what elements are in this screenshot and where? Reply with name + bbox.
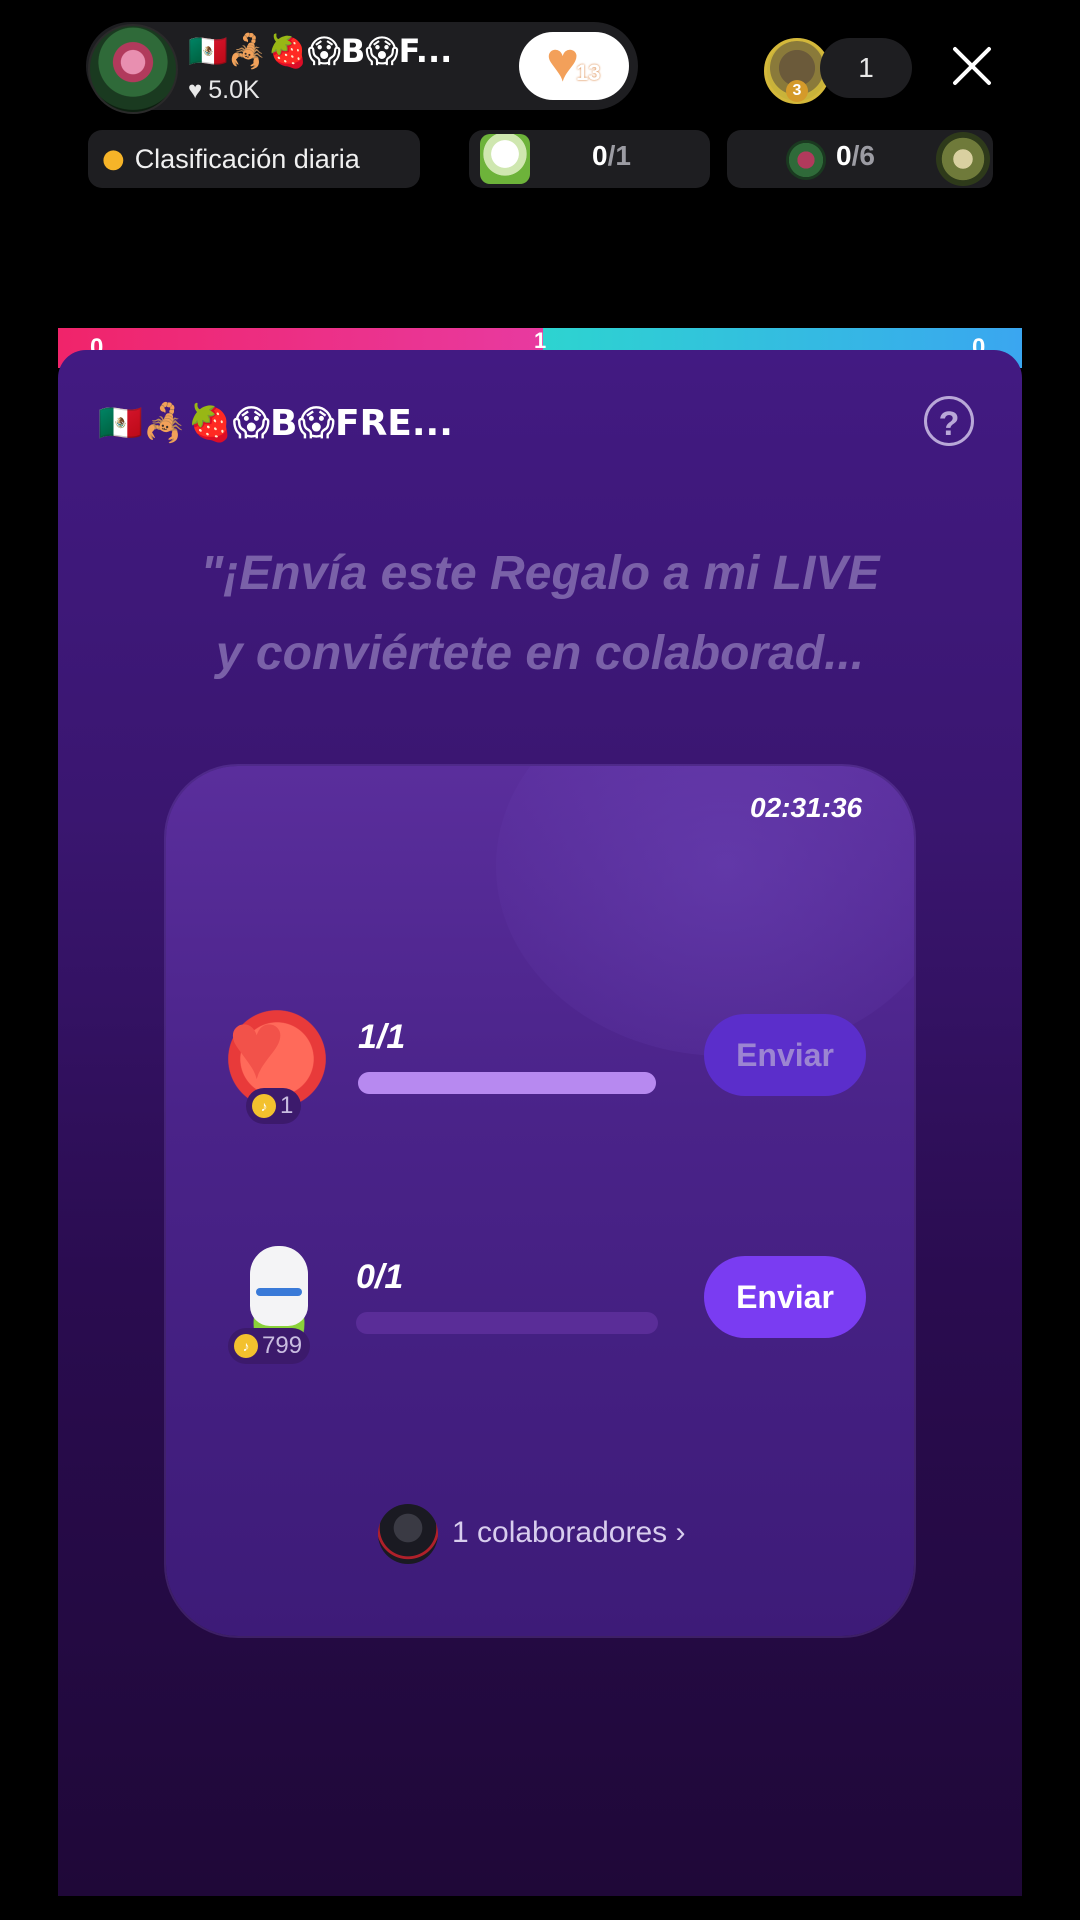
follow-button[interactable]: ♥ 13 [519, 32, 629, 100]
promo-line-1: "¡Envía este Regalo a mi LIVE [200, 547, 880, 600]
coin-icon: ♪ [234, 1334, 258, 1358]
gift-count: 1/1 [358, 1018, 406, 1056]
send-gift-button[interactable]: Enviar [704, 1256, 866, 1338]
goal-card [166, 766, 914, 1636]
panel-host-name: 🇲🇽🦂🍓😱B😱FRE... [98, 403, 453, 444]
collaborators-link[interactable]: 1 colaboradores › [452, 1516, 685, 1550]
match-host-avatar [786, 140, 826, 180]
likes-count: 5.0K [208, 76, 260, 104]
fire-icon: ● [102, 144, 125, 174]
host-likes: ♥ 5.0K [188, 76, 260, 105]
daily-ranking-label: Clasificación diaria [134, 143, 360, 174]
send-gift-button[interactable]: Enviar [704, 1014, 866, 1096]
collaborator-avatar[interactable] [378, 1504, 438, 1564]
gift-goal-progress: 0/1 [592, 140, 631, 171]
match-opponent-avatar[interactable] [936, 132, 990, 186]
gift-progress-fill [358, 1072, 656, 1094]
heart-icon: ♥ [188, 76, 203, 104]
promo-message: "¡Envía este Regalo a mi LIVE y conviért… [100, 534, 980, 694]
gift-progress-bar [358, 1072, 656, 1094]
white-cat-gift-icon [220, 1238, 338, 1338]
gift-price-tag: ♪ 1 [246, 1088, 302, 1124]
daily-ranking-button[interactable]: ● Clasificación diaria [88, 130, 420, 188]
host-name: 🇲🇽🦂🍓😱B😱F... [188, 32, 453, 70]
close-icon[interactable] [950, 44, 994, 88]
gift-price: 799 [262, 1332, 303, 1359]
help-icon[interactable]: ? [924, 396, 974, 446]
gift-progress-bar [356, 1312, 658, 1334]
follow-count: 13 [576, 60, 601, 85]
match-progress: 0/6 [836, 140, 875, 171]
viewer-count[interactable]: 1 [820, 38, 912, 98]
orange-heart-icon: ♥ 13 [546, 30, 601, 93]
viewer-rank-badge: 3 [786, 80, 808, 102]
countdown-timer: 02:31:36 [750, 792, 863, 823]
cat-gift-icon [480, 134, 530, 184]
promo-line-2: y conviértete en colaborad... [215, 627, 865, 680]
host-avatar[interactable] [88, 24, 178, 114]
gift-price: 1 [280, 1092, 294, 1119]
gift-price-tag: ♪ 799 [228, 1328, 311, 1364]
coin-icon: ♪ [252, 1094, 276, 1118]
gift-count: 0/1 [356, 1258, 404, 1296]
